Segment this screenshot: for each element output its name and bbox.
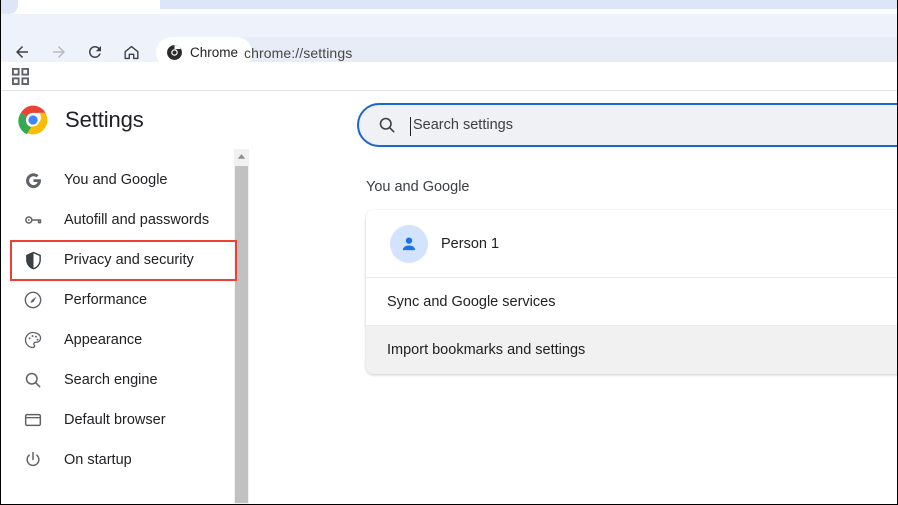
browser-window: Chrome chrome://settings Settings You an… [0, 0, 898, 505]
speedometer-icon [22, 289, 44, 311]
tab-strip-right-edge [160, 0, 898, 9]
active-tab[interactable] [18, 0, 160, 14]
you-and-google-card: Person 1 Sync and Google services Import… [366, 210, 898, 374]
settings-sidebar: You and Google Autofill and passwords Pr… [0, 149, 234, 505]
sidebar-item-performance[interactable]: Performance [0, 280, 234, 320]
search-icon [379, 117, 395, 133]
avatar [390, 224, 428, 263]
search-settings-box[interactable]: Search settings [357, 103, 898, 147]
sidebar-item-label: Appearance [64, 332, 143, 348]
row-sync-and-google-services[interactable]: Sync and Google services [366, 278, 898, 326]
tab-strip [0, 0, 898, 14]
sidebar-item-label: Default browser [64, 412, 166, 428]
chrome-logo-icon [18, 105, 48, 135]
bookmarks-bar [0, 62, 898, 91]
row-label: Sync and Google services [387, 293, 556, 310]
sidebar-item-label: Performance [64, 292, 148, 308]
shield-icon [22, 249, 44, 271]
row-label: Import bookmarks and settings [387, 342, 586, 358]
all-bookmarks-grid-icon[interactable] [12, 68, 29, 85]
scrollbar-thumb[interactable] [235, 166, 248, 503]
row-import-bookmarks-and-settings[interactable]: Import bookmarks and settings [366, 326, 898, 374]
page-title: Settings [65, 107, 144, 132]
sidebar-item-label: You and Google [64, 172, 168, 188]
sidebar-scrollbar[interactable] [234, 149, 249, 505]
chrome-icon [167, 45, 182, 60]
power-icon [22, 449, 44, 471]
reload-icon [88, 45, 101, 58]
browser-toolbar: Chrome chrome://settings [0, 14, 898, 68]
arrow-right-icon [53, 46, 65, 58]
sidebar-item-label: Autofill and passwords [64, 212, 210, 228]
home-icon [123, 45, 139, 59]
section-title-you-and-google: You and Google [366, 179, 470, 195]
sidebar-item-privacy-and-security[interactable]: Privacy and security [0, 240, 234, 280]
sidebar-item-label: On startup [64, 452, 132, 468]
key-icon [22, 209, 44, 231]
chrome-chip-label: Chrome [190, 45, 239, 60]
sidebar-item-label: Privacy and security [64, 252, 194, 268]
magnifier-icon [22, 369, 44, 391]
sidebar-item-default-browser[interactable]: Default browser [0, 400, 234, 440]
address-bar-url: chrome://settings [244, 44, 353, 61]
profile-row[interactable]: Person 1 [366, 210, 898, 278]
scrollbar-up-arrow[interactable] [234, 149, 249, 164]
sidebar-item-on-startup[interactable]: On startup [0, 440, 234, 480]
profile-name: Person 1 [441, 235, 500, 252]
palette-icon [22, 329, 44, 351]
sidebar-item-label: Search engine [64, 372, 158, 388]
sidebar-item-you-and-google[interactable]: You and Google [0, 160, 234, 200]
sidebar-item-search-engine[interactable]: Search engine [0, 360, 234, 400]
person-icon [402, 237, 416, 250]
settings-content: Search settings You and Google Person 1 … [250, 91, 898, 505]
chevron-up-icon [237, 154, 246, 159]
browser-window-icon [22, 409, 44, 431]
search-text-caret [410, 117, 411, 136]
arrow-left-icon [16, 46, 28, 58]
settings-page: Settings You and Google Autofill and pas… [0, 91, 898, 505]
sidebar-item-appearance[interactable]: Appearance [0, 320, 234, 360]
tab-strip-left-edge [0, 0, 18, 14]
window-border-left [0, 0, 1, 505]
sidebar-item-autofill-and-passwords[interactable]: Autofill and passwords [0, 200, 234, 240]
google-g-icon [22, 169, 44, 191]
search-input[interactable]: Search settings [413, 117, 513, 133]
